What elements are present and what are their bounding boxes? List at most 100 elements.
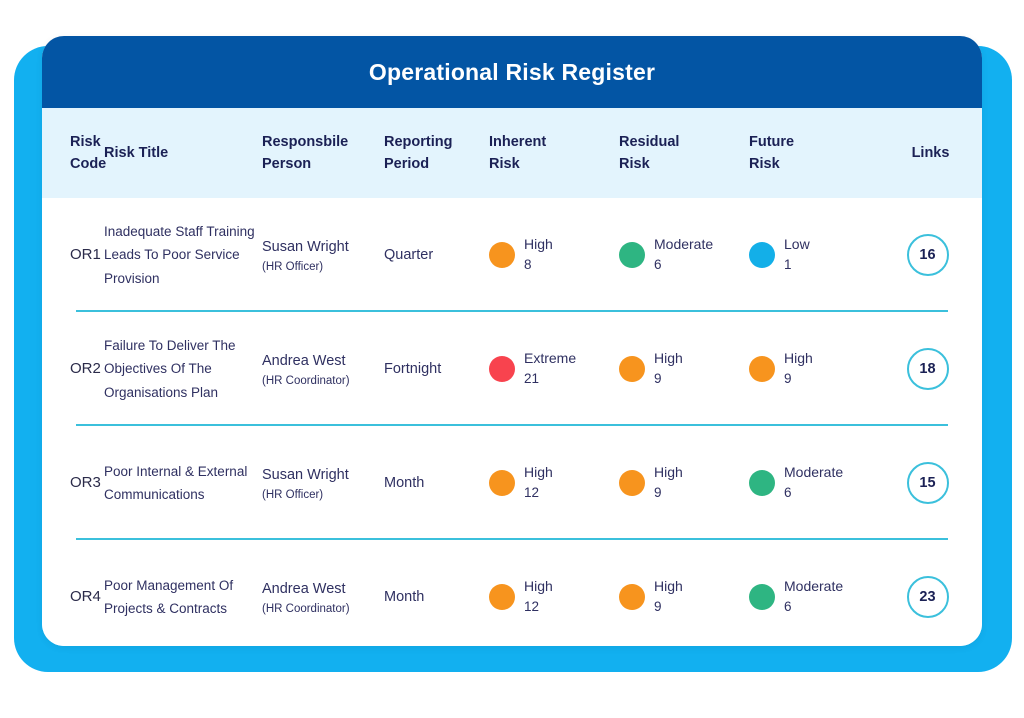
- risk-title-cell: Inadequate Staff Training Leads To Poor …: [104, 220, 262, 290]
- future-risk-cell: Moderate 6: [749, 577, 879, 616]
- future-risk-value: 6: [784, 485, 792, 501]
- residual-risk-indicator: High 9: [619, 349, 743, 388]
- reporting-period-cell: Month: [384, 588, 489, 606]
- inherent-risk-value: 12: [524, 599, 540, 615]
- inherent-risk-cell: High 12: [489, 463, 619, 502]
- links-badge[interactable]: 23: [906, 576, 949, 618]
- risk-code: OR1: [70, 246, 101, 263]
- column-header-responsible-person: Responsbile Person: [262, 131, 384, 176]
- inherent-risk-label: High: [524, 236, 553, 253]
- page-title: Operational Risk Register: [368, 58, 656, 85]
- person-name: Susan Wright: [262, 467, 349, 484]
- residual-risk-cell: High 9: [619, 463, 749, 502]
- page-root: Operational Risk Register Risk Code Risk…: [0, 0, 1024, 718]
- reporting-period-cell: Quarter: [384, 246, 489, 264]
- inherent-risk-severity-dot: [489, 584, 515, 610]
- links-cell: 16: [879, 234, 982, 276]
- table-body: OR1 Inadequate Staff Training Leads To P…: [42, 198, 982, 646]
- reporting-period: Month: [384, 589, 425, 605]
- future-risk-label: Moderate: [784, 464, 844, 481]
- inherent-risk-severity-dot: [489, 242, 515, 268]
- future-risk-indicator: High 9: [749, 349, 873, 388]
- future-risk-severity-dot: [749, 242, 775, 268]
- risk-title: Poor Internal & External Communications: [104, 463, 248, 502]
- person-role: (HR Coordinator): [262, 374, 350, 387]
- residual-risk-indicator: Moderate 6: [619, 235, 743, 274]
- person-role: (HR Coordinator): [262, 602, 350, 615]
- future-risk-cell: Low 1: [749, 235, 879, 274]
- person-name: Susan Wright: [262, 239, 349, 256]
- inherent-risk-value: 12: [524, 485, 540, 501]
- future-risk-severity-dot: [749, 470, 775, 496]
- risk-title: Poor Management Of Projects & Contracts: [104, 577, 234, 616]
- inherent-risk-severity-dot: [489, 356, 515, 382]
- residual-risk-severity-dot: [619, 470, 645, 496]
- future-risk-cell: High 9: [749, 349, 879, 388]
- links-badge[interactable]: 18: [906, 348, 949, 390]
- column-header-reporting-period: Reporting Period: [384, 131, 489, 176]
- reporting-period: Month: [384, 475, 425, 491]
- residual-risk-label: High: [654, 464, 683, 481]
- column-header-inherent-line2: Risk: [489, 156, 520, 172]
- column-header-future-line2: Risk: [749, 156, 780, 172]
- column-header-period-line1: Reporting: [384, 133, 453, 150]
- future-risk-value: 1: [784, 257, 792, 273]
- column-header-person-line1: Responsbile: [262, 133, 349, 150]
- table-row[interactable]: OR3 Poor Internal & External Communicati…: [42, 426, 982, 540]
- future-risk-label: Low: [784, 236, 810, 253]
- residual-risk-severity-dot: [619, 242, 645, 268]
- table-row[interactable]: OR1 Inadequate Staff Training Leads To P…: [42, 198, 982, 312]
- residual-risk-severity-dot: [619, 356, 645, 382]
- column-header-residual-risk: Residual Risk: [619, 131, 749, 176]
- column-header-inherent-risk: Inherent Risk: [489, 131, 619, 176]
- risk-register-card: Operational Risk Register Risk Code Risk…: [42, 36, 982, 646]
- table-row[interactable]: OR4 Poor Management Of Projects & Contra…: [42, 540, 982, 646]
- inherent-risk-value: 8: [524, 257, 532, 273]
- residual-risk-indicator: High 9: [619, 463, 743, 502]
- residual-risk-value: 9: [654, 485, 662, 501]
- responsible-person-cell: Susan Wright (HR Officer): [262, 237, 384, 273]
- links-badge[interactable]: 16: [906, 234, 949, 276]
- table-row[interactable]: OR2 Failure To Deliver The Objectives Of…: [42, 312, 982, 426]
- future-risk-indicator: Low 1: [749, 235, 873, 274]
- future-risk-label: High: [784, 350, 813, 367]
- risk-title-cell: Poor Internal & External Communications: [104, 460, 262, 506]
- inherent-risk-severity-dot: [489, 470, 515, 496]
- inherent-risk-indicator: Extreme 21: [489, 349, 613, 388]
- links-cell: 23: [879, 576, 982, 618]
- inherent-risk-cell: High 12: [489, 577, 619, 616]
- column-header-risk-title: Risk Title: [104, 142, 262, 164]
- column-header-links-line1: Links: [911, 144, 950, 161]
- risk-code-cell: OR3: [42, 474, 104, 492]
- risk-code-cell: OR2: [42, 360, 104, 378]
- residual-risk-cell: High 9: [619, 349, 749, 388]
- reporting-period: Fortnight: [384, 361, 442, 377]
- risk-title: Inadequate Staff Training Leads To Poor …: [104, 224, 255, 286]
- residual-risk-value: 9: [654, 599, 662, 615]
- residual-risk-label: High: [654, 578, 683, 595]
- responsible-person-cell: Andrea West (HR Coordinator): [262, 579, 384, 615]
- column-header-future-risk: Future Risk: [749, 131, 879, 176]
- residual-risk-cell: High 9: [619, 577, 749, 616]
- inherent-risk-indicator: High 12: [489, 463, 613, 502]
- links-cell: 15: [879, 462, 982, 504]
- inherent-risk-cell: High 8: [489, 235, 619, 274]
- column-header-risk-title-line1: Risk Title: [104, 144, 169, 161]
- responsible-person-cell: Andrea West (HR Coordinator): [262, 351, 384, 387]
- future-risk-cell: Moderate 6: [749, 463, 879, 502]
- column-header-period-line2: Period: [384, 156, 430, 172]
- residual-risk-value: 6: [654, 257, 662, 273]
- responsible-person-cell: Susan Wright (HR Officer): [262, 465, 384, 501]
- table-column-headers: Risk Code Risk Title Responsbile Person …: [42, 108, 982, 198]
- residual-risk-indicator: High 9: [619, 577, 743, 616]
- person-name: Andrea West: [262, 353, 346, 370]
- person-role: (HR Officer): [262, 488, 324, 501]
- links-badge[interactable]: 15: [906, 462, 949, 504]
- residual-risk-label: High: [654, 350, 683, 367]
- reporting-period-cell: Fortnight: [384, 360, 489, 378]
- column-header-person-line2: Person: [262, 156, 312, 172]
- column-header-residual-line1: Residual: [619, 133, 680, 150]
- inherent-risk-value: 21: [524, 371, 540, 387]
- inherent-risk-indicator: High 8: [489, 235, 613, 274]
- future-risk-label: Moderate: [784, 578, 844, 595]
